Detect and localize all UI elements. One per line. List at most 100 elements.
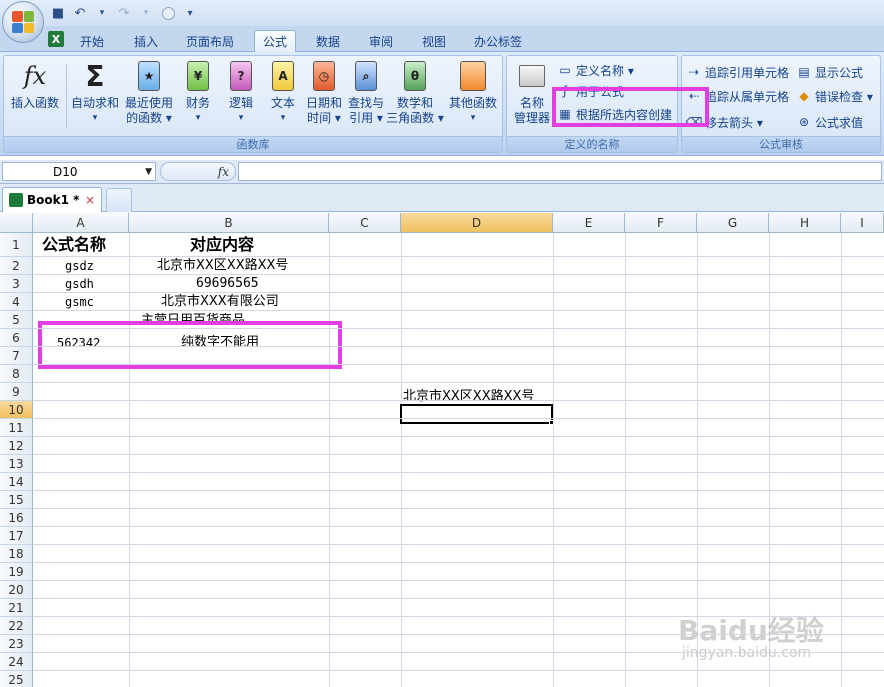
- error-checking-label: 错误检查 ▾: [815, 89, 873, 104]
- cell-a3[interactable]: gsdh: [65, 275, 94, 293]
- col-header-f[interactable]: F: [625, 213, 697, 233]
- undo-dropdown-icon[interactable]: ▾: [94, 5, 110, 21]
- cell-b4[interactable]: 北京市XXX有限公司: [161, 293, 279, 311]
- date-time-button[interactable]: ◷ 日期和 时间 ▾: [302, 60, 346, 134]
- cell-b1[interactable]: 对应内容: [190, 234, 254, 256]
- col-header-d[interactable]: D: [401, 213, 553, 233]
- row-header-1[interactable]: 1: [0, 233, 33, 257]
- logical-button[interactable]: ? 逻辑 ▾: [220, 60, 262, 134]
- show-formulas-label: 显示公式: [815, 65, 864, 80]
- evaluate-formula-button[interactable]: ⊛ 公式求值: [796, 112, 863, 132]
- row-header-13[interactable]: 13: [0, 455, 33, 473]
- active-cell-d10[interactable]: [400, 404, 553, 424]
- circle-icon[interactable]: [160, 5, 176, 21]
- redo-icon[interactable]: ↷: [116, 5, 132, 21]
- define-name-button[interactable]: ▭ 定义名称 ▾: [557, 60, 634, 80]
- lookup-book-icon: ⌕: [351, 60, 381, 92]
- col-header-g[interactable]: G: [697, 213, 769, 233]
- redo-dropdown-icon[interactable]: ▾: [138, 5, 154, 21]
- tab-home[interactable]: 开始: [72, 30, 112, 52]
- row-header-14[interactable]: 14: [0, 473, 33, 491]
- name-manager-button[interactable]: 名称 管理器: [509, 60, 555, 134]
- row-header-22[interactable]: 22: [0, 617, 33, 635]
- show-formulas-icon: ▤: [798, 65, 810, 79]
- row-header-10[interactable]: 10: [0, 401, 33, 419]
- tab-data[interactable]: 数据: [308, 30, 348, 52]
- col-header-b[interactable]: B: [129, 213, 329, 233]
- autosum-dropdown: ▾: [92, 113, 98, 123]
- lookup-reference-button[interactable]: ⌕ 查找与 引用 ▾: [344, 60, 388, 134]
- name-box[interactable]: D10 ▼: [2, 162, 156, 181]
- tab-review[interactable]: 审阅: [361, 30, 401, 52]
- row-header-17[interactable]: 17: [0, 527, 33, 545]
- insert-function-label: 插入函数: [10, 96, 59, 110]
- col-header-h[interactable]: H: [769, 213, 841, 233]
- select-all-corner[interactable]: [0, 213, 33, 233]
- row-header-2[interactable]: 2: [0, 257, 33, 275]
- tab-formulas[interactable]: 公式: [254, 30, 297, 52]
- tab-office-tab[interactable]: 办公标签: [466, 30, 530, 52]
- fx-icon: fx: [23, 61, 47, 90]
- gridline: [33, 292, 884, 293]
- define-name-label: 定义名称 ▾: [576, 63, 634, 78]
- row-header-7[interactable]: 7: [0, 347, 33, 365]
- tag-icon: ▭: [559, 63, 571, 77]
- row-header-11[interactable]: 11: [0, 419, 33, 437]
- recently-used-button[interactable]: ★ 最近使用 的函数 ▾: [122, 60, 176, 134]
- text-button[interactable]: A 文本 ▾: [262, 60, 304, 134]
- row-header-4[interactable]: 4: [0, 293, 33, 311]
- row-header-21[interactable]: 21: [0, 599, 33, 617]
- row-header-16[interactable]: 16: [0, 509, 33, 527]
- tab-insert[interactable]: 插入: [126, 30, 166, 52]
- row-header-23[interactable]: 23: [0, 635, 33, 653]
- cell-a4[interactable]: gsmc: [65, 293, 94, 311]
- error-checking-button[interactable]: ◆ 错误检查 ▾: [796, 86, 873, 106]
- defined-names-label: 定义的名称: [507, 136, 677, 152]
- row-header-9[interactable]: 9: [0, 383, 33, 401]
- save-icon[interactable]: ■: [50, 5, 66, 21]
- ribbon-tabs: X 开始 插入 页面布局 公式 数据 审阅 视图 办公标签: [0, 26, 884, 52]
- row-header-20[interactable]: 20: [0, 581, 33, 599]
- trace-precedents-button[interactable]: ⇢ 追踪引用单元格: [686, 62, 789, 82]
- name-box-dropdown-icon[interactable]: ▼: [145, 167, 152, 177]
- row-header-15[interactable]: 15: [0, 491, 33, 509]
- lookup-label-2: 引用 ▾: [349, 111, 383, 125]
- customize-icon[interactable]: ▾: [182, 5, 198, 21]
- col-header-c[interactable]: C: [329, 213, 401, 233]
- workbook-tab-book1[interactable]: Book1 * ×: [2, 187, 102, 212]
- financial-button[interactable]: ¥ 财务 ▾: [176, 60, 220, 134]
- cell-b3[interactable]: 69696565: [196, 275, 259, 293]
- insert-function-fx[interactable]: fx: [160, 162, 236, 181]
- tab-page-layout[interactable]: 页面布局: [178, 30, 242, 52]
- new-tab-button[interactable]: [106, 188, 132, 212]
- math-trig-button[interactable]: θ 数学和 三角函数 ▾: [386, 60, 444, 134]
- row-header-25[interactable]: 25: [0, 671, 33, 687]
- row-header-19[interactable]: 19: [0, 563, 33, 581]
- row-header-18[interactable]: 18: [0, 545, 33, 563]
- cell-a1[interactable]: 公式名称: [42, 234, 106, 256]
- autosum-button[interactable]: Σ 自动求和 ▾: [68, 60, 122, 134]
- row-header-6[interactable]: 6: [0, 329, 33, 347]
- formula-input[interactable]: [238, 162, 882, 181]
- close-tab-icon[interactable]: ×: [85, 193, 95, 207]
- row-header-5[interactable]: 5: [0, 311, 33, 329]
- undo-icon[interactable]: ↶: [72, 5, 88, 21]
- insert-function-button[interactable]: fx 插入函数: [6, 60, 64, 134]
- col-header-a[interactable]: A: [33, 213, 129, 233]
- more-functions-button[interactable]: 其他函数 ▾: [444, 60, 502, 134]
- evaluate-icon: ⊛: [798, 115, 810, 129]
- col-header-i[interactable]: I: [841, 213, 884, 233]
- fill-handle[interactable]: [549, 420, 554, 425]
- office-button[interactable]: [2, 1, 44, 43]
- col-header-e[interactable]: E: [553, 213, 625, 233]
- show-formulas-button[interactable]: ▤ 显示公式: [796, 62, 863, 82]
- row-header-8[interactable]: 8: [0, 365, 33, 383]
- cell-a2[interactable]: gsdz: [65, 257, 94, 275]
- row-header-3[interactable]: 3: [0, 275, 33, 293]
- row-header-24[interactable]: 24: [0, 653, 33, 671]
- row-header-12[interactable]: 12: [0, 437, 33, 455]
- spreadsheet-grid[interactable]: A B C D E F G H I 公式名称 对应内容 gsdz 北京市XX区X…: [0, 213, 884, 687]
- formula-auditing-label: 公式审核: [682, 136, 880, 152]
- cell-b2[interactable]: 北京市XX区XX路XX号: [157, 257, 288, 275]
- tab-view[interactable]: 视图: [414, 30, 454, 52]
